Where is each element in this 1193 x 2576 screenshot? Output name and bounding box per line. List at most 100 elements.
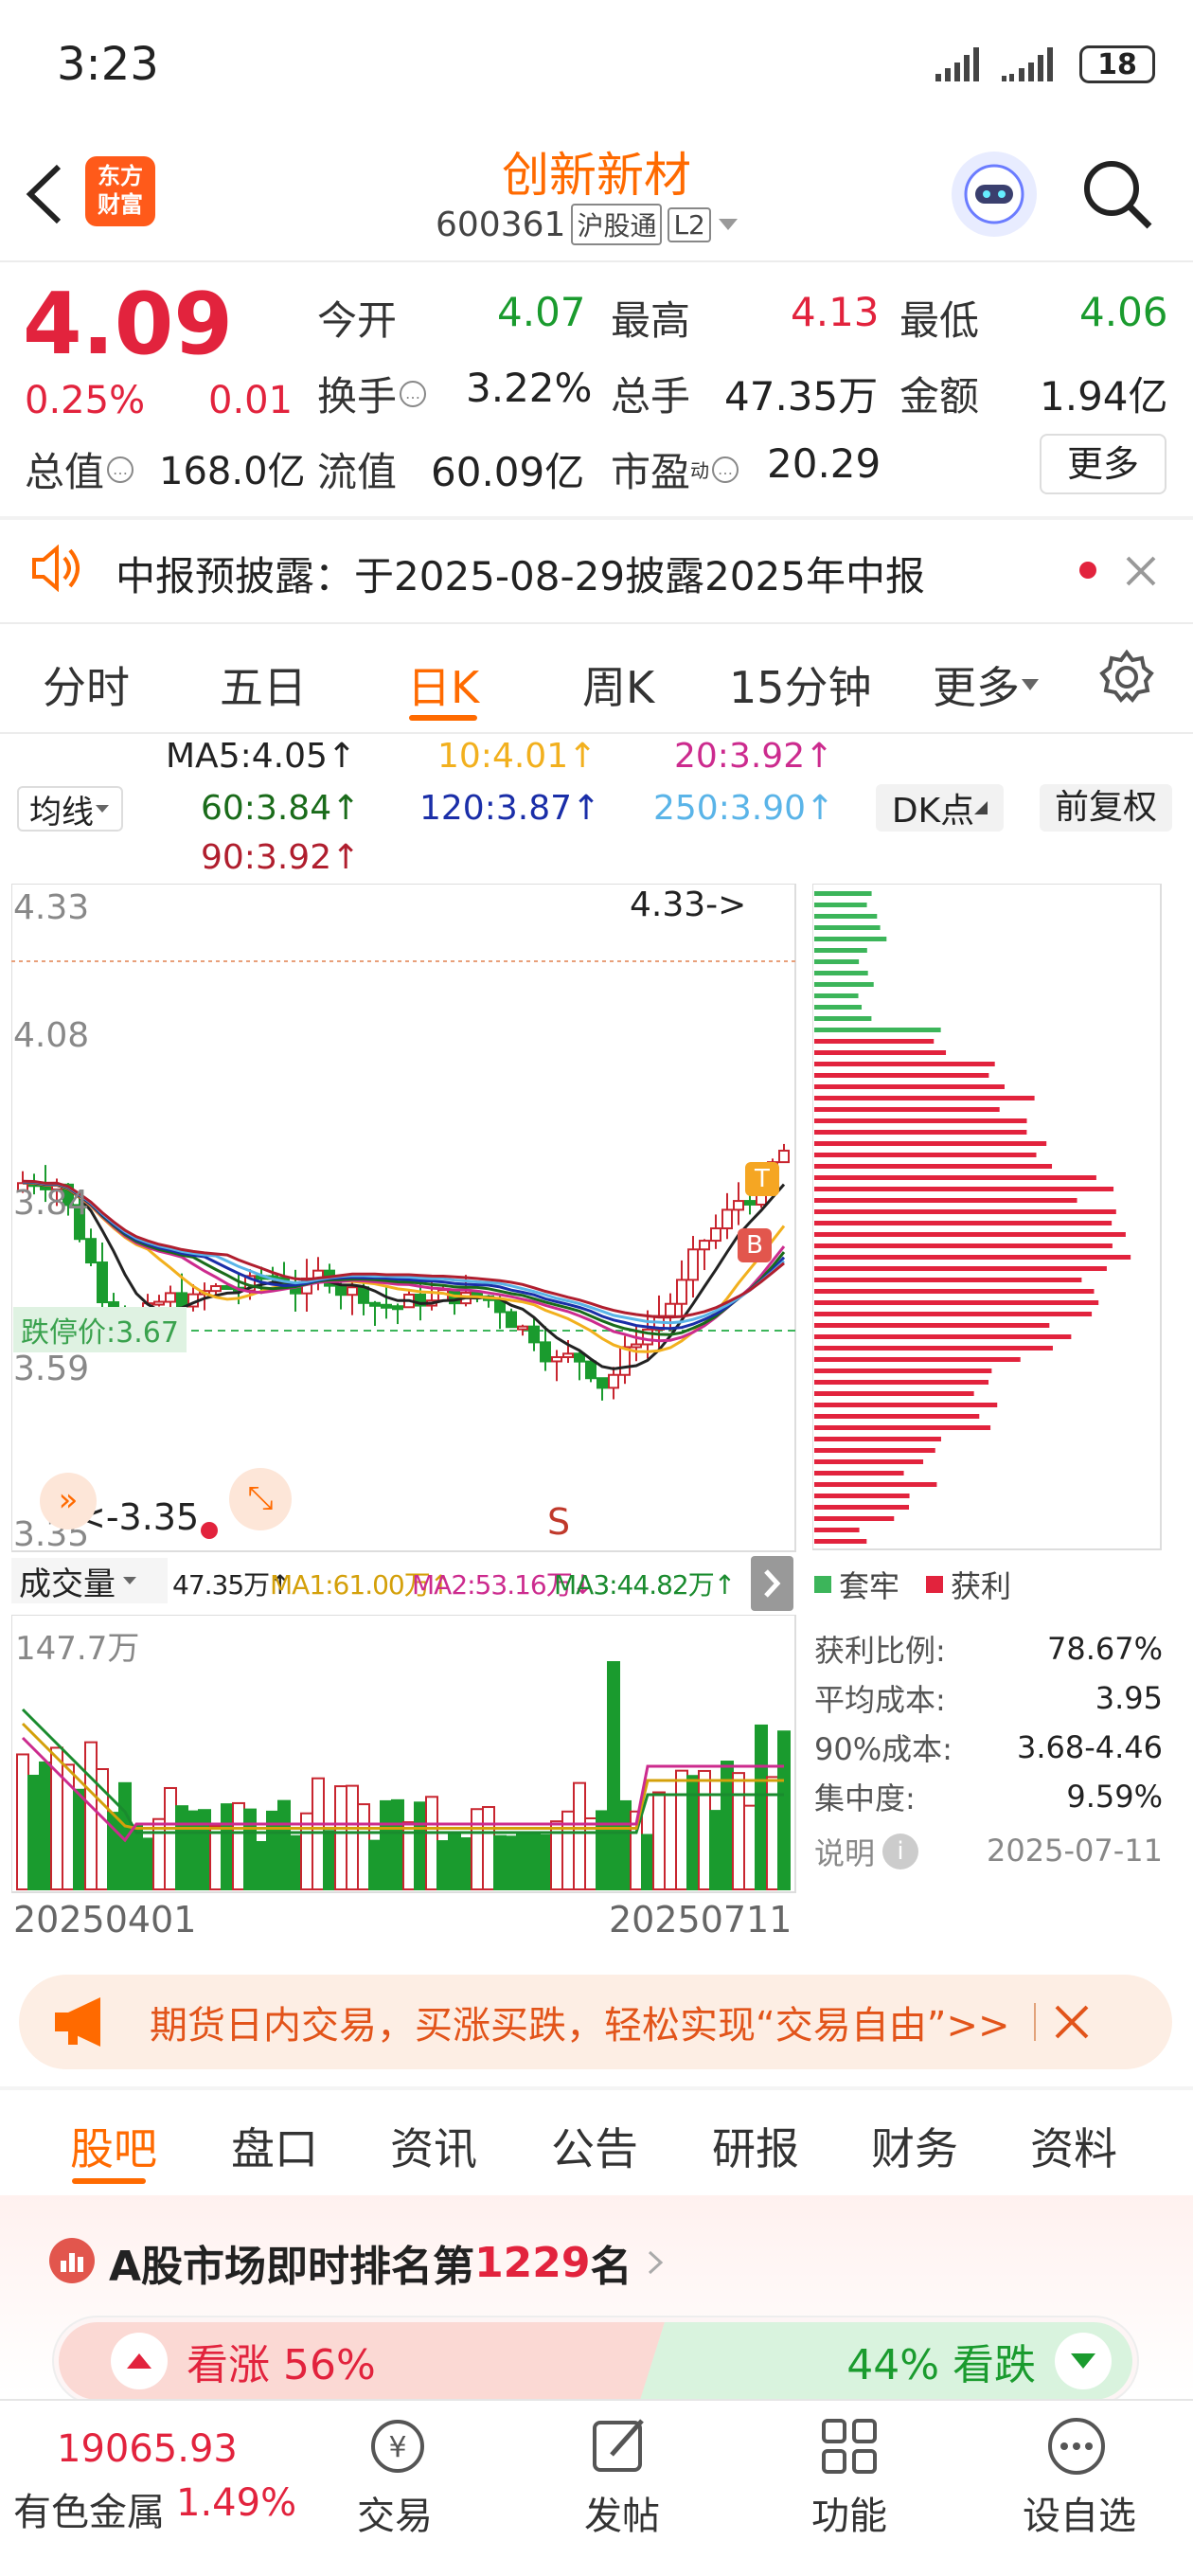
nav-trade[interactable]: 交易 bbox=[357, 2485, 433, 2540]
notice-text[interactable]: 中报预披露：于2025-08-29披露2025年中报 bbox=[116, 545, 925, 602]
chip-date: 2025-07-11 bbox=[987, 1833, 1163, 1869]
chip-bar bbox=[814, 1346, 1053, 1351]
more-dots-icon[interactable] bbox=[1043, 2413, 1110, 2479]
chevron-right-icon bbox=[764, 1569, 781, 1598]
battery-icon: 18 bbox=[1079, 45, 1155, 83]
chip-bar bbox=[814, 914, 878, 919]
index-name[interactable]: 有色金属 bbox=[13, 2481, 165, 2536]
limit-down-label: 跌停价:3.67 bbox=[13, 1307, 187, 1352]
candle-body bbox=[347, 1286, 358, 1297]
kline-chart[interactable] bbox=[11, 884, 797, 1556]
change-percent: 0.25% bbox=[25, 379, 146, 422]
subtab-active-indicator bbox=[72, 2178, 146, 2184]
chip-bar bbox=[814, 1096, 1035, 1100]
subtab-finance[interactable]: 财务 bbox=[871, 2115, 958, 2177]
stock-code-row[interactable]: 600361 沪股通 L2 bbox=[436, 204, 739, 245]
subtab-profile[interactable]: 资料 bbox=[1030, 2115, 1117, 2177]
candle-body bbox=[687, 1248, 699, 1281]
subtab-pankou[interactable]: 盘口 bbox=[231, 2115, 318, 2177]
stat-label: 平均成本: bbox=[814, 1682, 946, 1718]
chip-bar bbox=[814, 1266, 1107, 1271]
label-pe-text: 市盈 bbox=[611, 449, 691, 495]
label-turnover-text: 换手 bbox=[317, 373, 398, 420]
volume-selector[interactable]: 成交量 bbox=[11, 1558, 168, 1603]
settings-icon[interactable] bbox=[1098, 649, 1155, 706]
nav-function[interactable]: 功能 bbox=[811, 2485, 887, 2540]
adjust-button[interactable]: 前复权 bbox=[1040, 784, 1172, 832]
volume-bar bbox=[573, 1781, 586, 1890]
volume-bar bbox=[743, 1804, 757, 1890]
ad-banner[interactable]: 期货日内交易，买涨买跌，轻松实现“交易自由”>> bbox=[19, 1975, 1172, 2069]
subtab-research[interactable]: 研报 bbox=[712, 2115, 799, 2177]
chip-bar bbox=[814, 1278, 1082, 1282]
b-marker[interactable]: B bbox=[738, 1228, 772, 1262]
value-float: 60.09亿 bbox=[431, 449, 585, 495]
high-marker-label: 4.33-> bbox=[630, 886, 747, 924]
chevron-down-icon bbox=[1022, 679, 1039, 690]
fullscreen-icon[interactable]: ⤡ bbox=[229, 1468, 292, 1530]
chip-note[interactable]: 说明 i bbox=[814, 1830, 919, 1873]
candle-body bbox=[665, 1302, 676, 1317]
info-icon[interactable]: … bbox=[104, 454, 136, 486]
more-button[interactable]: 更多 bbox=[1040, 434, 1166, 494]
chip-distribution bbox=[812, 884, 1162, 1550]
robot-assistant-icon[interactable] bbox=[952, 152, 1037, 237]
candle-body bbox=[540, 1341, 551, 1363]
dk-point-button[interactable]: DK点 bbox=[876, 784, 1004, 832]
subtab-announcement[interactable]: 公告 bbox=[551, 2115, 638, 2177]
vote-down-button[interactable]: 44% 看跌 bbox=[640, 2322, 1132, 2400]
candle-body bbox=[358, 1286, 369, 1304]
tab-intraday[interactable]: 分时 bbox=[43, 653, 130, 716]
candle-body bbox=[596, 1377, 608, 1389]
tab-weekly-k[interactable]: 周K bbox=[582, 653, 654, 716]
volume-bar bbox=[505, 1835, 518, 1890]
chip-bar bbox=[814, 1448, 935, 1453]
volume-bar bbox=[380, 1799, 393, 1890]
megaphone-icon bbox=[55, 1997, 100, 2047]
tab-daily-k[interactable]: 日K bbox=[407, 653, 479, 716]
expand-left-icon[interactable]: » bbox=[40, 1473, 97, 1530]
chip-bar bbox=[814, 1425, 991, 1430]
subtab-news[interactable]: 资讯 bbox=[390, 2115, 477, 2177]
search-icon[interactable] bbox=[1079, 156, 1155, 232]
vote-down-label: 44% 看跌 bbox=[846, 2341, 1036, 2389]
candle-body bbox=[551, 1356, 562, 1363]
expand-right-button[interactable] bbox=[751, 1556, 793, 1611]
candle-body bbox=[619, 1346, 631, 1376]
chip-bar bbox=[814, 1028, 941, 1032]
chevron-down-icon bbox=[718, 219, 738, 230]
t-marker[interactable]: T bbox=[745, 1162, 779, 1196]
vote-up-button[interactable]: 看涨 56% bbox=[59, 2322, 665, 2400]
nav-watchlist[interactable]: 设自选 bbox=[1023, 2485, 1136, 2540]
info-icon[interactable]: … bbox=[709, 454, 741, 486]
index-value[interactable]: 19065.93 bbox=[57, 2427, 238, 2471]
volume-bar bbox=[84, 1741, 98, 1890]
post-icon[interactable] bbox=[587, 2413, 653, 2479]
volume-bar bbox=[130, 1824, 143, 1891]
volume-bar bbox=[221, 1803, 234, 1890]
nav-post[interactable]: 发帖 bbox=[584, 2485, 660, 2540]
candle-body bbox=[506, 1311, 517, 1329]
close-icon[interactable] bbox=[1122, 552, 1160, 590]
value-high: 4.13 bbox=[791, 289, 880, 335]
stat-label: 90%成本: bbox=[814, 1731, 953, 1767]
close-icon[interactable] bbox=[1053, 2003, 1091, 2041]
subtab-guba[interactable]: 股吧 bbox=[70, 2115, 157, 2177]
volume-bar bbox=[39, 1761, 52, 1890]
tab-more[interactable]: 更多 bbox=[933, 653, 1041, 716]
rank-text[interactable]: A股市场即时排名第 1229 名 bbox=[109, 2232, 670, 2293]
volume-bar bbox=[641, 1834, 654, 1891]
trade-icon[interactable]: ¥ bbox=[360, 2413, 436, 2479]
volume-bar bbox=[698, 1769, 711, 1890]
ma-selector[interactable]: 均线 bbox=[17, 786, 123, 832]
candle-body bbox=[778, 1149, 790, 1164]
tab-fiveday[interactable]: 五日 bbox=[220, 653, 307, 716]
tab-15min[interactable]: 15分钟 bbox=[729, 653, 872, 716]
chip-bar bbox=[814, 1368, 992, 1373]
info-icon[interactable]: … bbox=[397, 378, 429, 410]
volume-bar bbox=[539, 1834, 552, 1890]
candle-body bbox=[528, 1325, 540, 1344]
function-icon[interactable] bbox=[816, 2413, 882, 2479]
chip-bar bbox=[814, 1141, 1047, 1146]
ad-divider bbox=[1034, 2003, 1037, 2041]
